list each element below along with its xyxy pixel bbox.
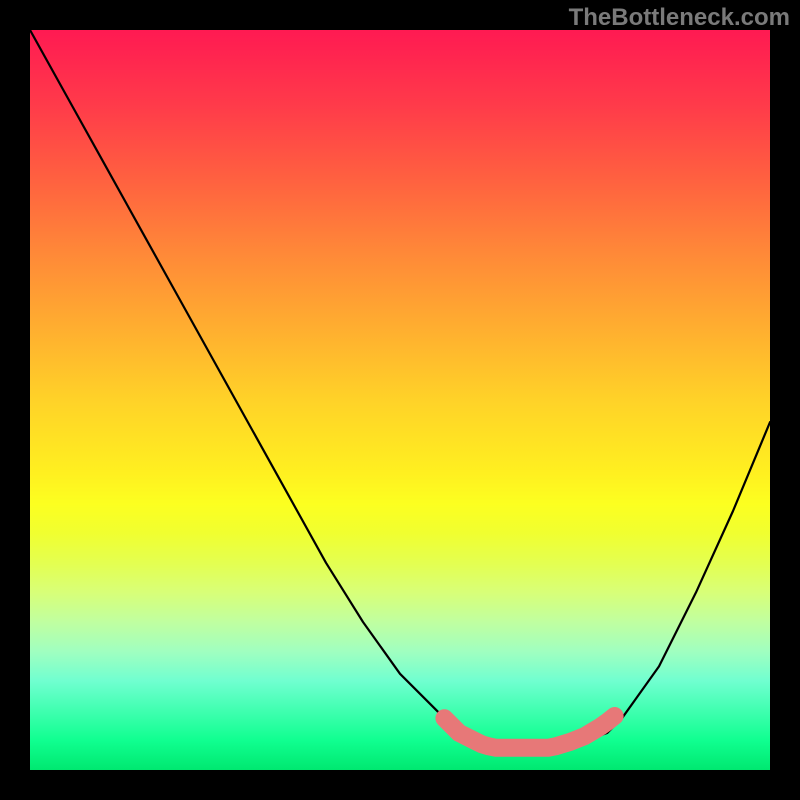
chart-container: TheBottleneck.com	[0, 0, 800, 800]
curve-line	[30, 30, 770, 748]
bottom-marker-dot	[607, 708, 623, 724]
plot-area	[30, 30, 770, 770]
bottom-marker-line	[444, 716, 614, 748]
bottom-marker-dot	[436, 710, 452, 726]
watermark-label: TheBottleneck.com	[569, 4, 790, 32]
bottom-marker-group	[436, 708, 622, 748]
chart-svg	[30, 30, 770, 770]
